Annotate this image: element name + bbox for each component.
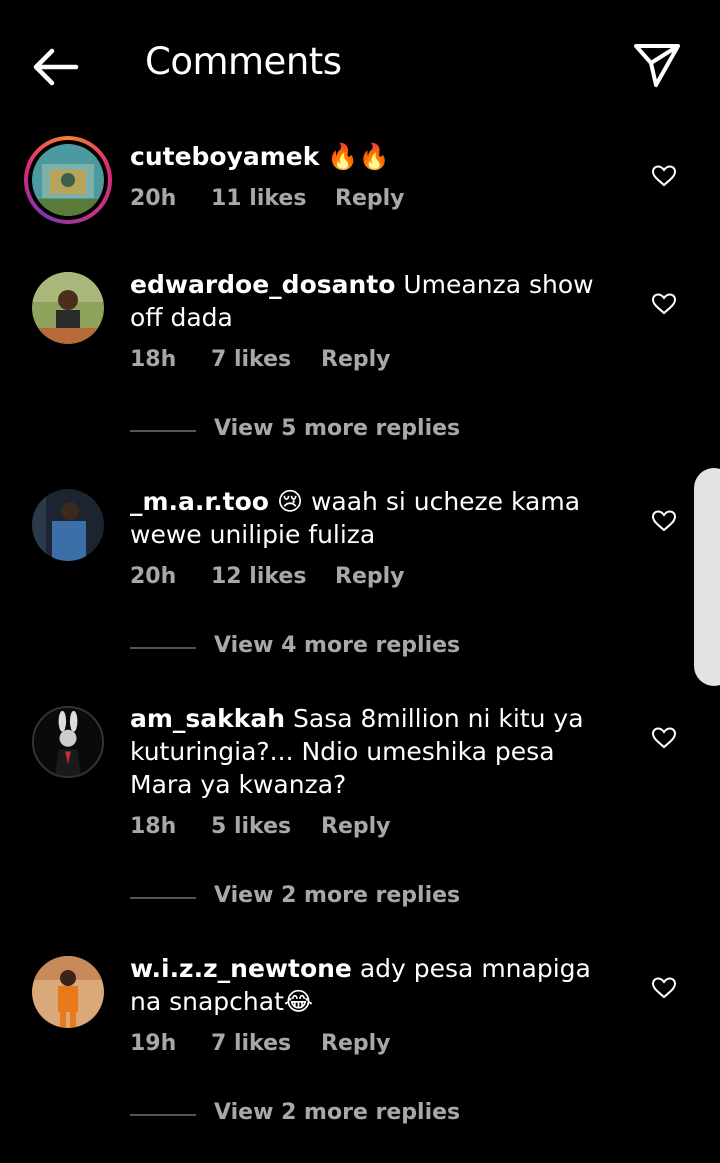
avatar[interactable]: [32, 489, 104, 561]
comment-likes[interactable]: 11 likes: [211, 186, 306, 211]
view-more-replies[interactable]: View 4 more replies: [130, 633, 530, 663]
comment-time: 20h: [130, 186, 177, 211]
view-more-replies[interactable]: View 2 more replies: [130, 1100, 530, 1130]
comment-text: edwardoe_dosanto Umeanza show off dada: [130, 268, 615, 334]
scrollbar-handle[interactable]: [694, 468, 720, 686]
arrow-left-icon: [33, 48, 79, 86]
comment-body: 🔥🔥: [327, 142, 390, 171]
comment-text: _m.a.r.too 😢 waah si ucheze kama wewe un…: [130, 485, 615, 551]
reply-button[interactable]: Reply: [335, 186, 405, 211]
back-button[interactable]: [28, 44, 84, 90]
view-replies-label[interactable]: View 2 more replies: [214, 1100, 460, 1125]
avatar[interactable]: [32, 706, 104, 778]
comment-time: 20h: [130, 564, 177, 589]
heart-icon[interactable]: [651, 726, 677, 750]
comment-username[interactable]: w.i.z.z_newtone: [130, 954, 352, 983]
comment-username[interactable]: cuteboyamek: [130, 142, 319, 171]
comment-username[interactable]: edwardoe_dosanto: [130, 270, 395, 299]
story-ring[interactable]: [24, 136, 112, 224]
comment-time: 19h: [130, 1031, 177, 1056]
reply-button[interactable]: Reply: [321, 814, 391, 839]
paper-plane-icon: [634, 44, 680, 87]
heart-icon[interactable]: [651, 292, 677, 316]
comment-username[interactable]: am_sakkah: [130, 704, 285, 733]
divider-line: [130, 897, 196, 899]
comment-username[interactable]: _m.a.r.too: [130, 487, 269, 516]
comment-text: w.i.z.z_newtone ady pesa mnapiga na snap…: [130, 952, 615, 1018]
view-more-replies[interactable]: View 2 more replies: [130, 883, 530, 913]
comment-text: am_sakkah Sasa 8million ni kitu ya kutur…: [130, 702, 615, 801]
comment-likes[interactable]: 12 likes: [211, 564, 306, 589]
page-title: Comments: [145, 40, 342, 83]
comment-likes[interactable]: 7 likes: [211, 347, 291, 372]
heart-icon[interactable]: [651, 509, 677, 533]
comment-likes[interactable]: 7 likes: [211, 1031, 291, 1056]
share-button[interactable]: [632, 40, 682, 90]
avatar[interactable]: [32, 272, 104, 344]
view-more-replies[interactable]: View 5 more replies: [130, 416, 530, 446]
view-replies-label[interactable]: View 4 more replies: [214, 633, 460, 658]
divider-line: [130, 647, 196, 649]
reply-button[interactable]: Reply: [321, 1031, 391, 1056]
reply-button[interactable]: Reply: [335, 564, 405, 589]
heart-icon[interactable]: [651, 976, 677, 1000]
avatar: [32, 144, 104, 216]
avatar[interactable]: [32, 956, 104, 1028]
comment-time: 18h: [130, 814, 177, 839]
comment-text: cuteboyamek 🔥🔥: [130, 140, 615, 173]
divider-line: [130, 430, 196, 432]
heart-icon[interactable]: [651, 164, 677, 188]
reply-button[interactable]: Reply: [321, 347, 391, 372]
comment-time: 18h: [130, 347, 177, 372]
header: Comments: [0, 0, 720, 130]
view-replies-label[interactable]: View 2 more replies: [214, 883, 460, 908]
comment-likes[interactable]: 5 likes: [211, 814, 291, 839]
divider-line: [130, 1114, 196, 1116]
view-replies-label[interactable]: View 5 more replies: [214, 416, 460, 441]
